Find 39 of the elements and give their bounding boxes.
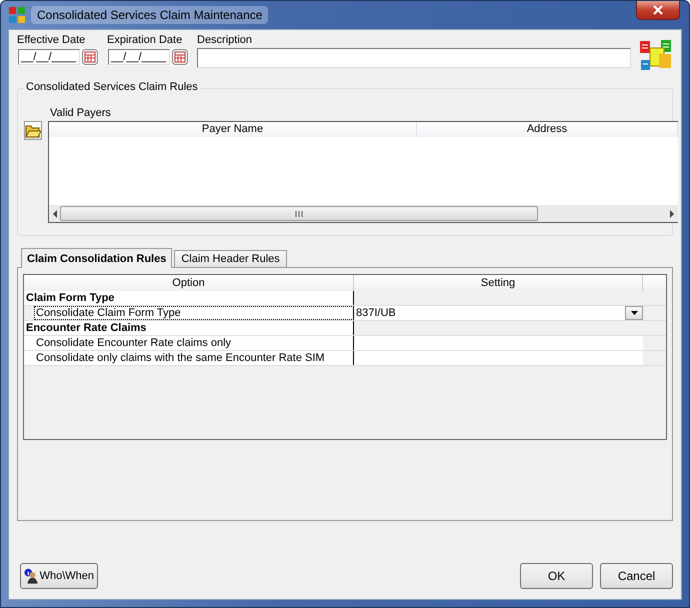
dropdown-arrow-icon	[630, 311, 638, 315]
app-icon	[9, 7, 25, 23]
grip-icon[interactable]	[295, 210, 303, 216]
horizontal-scrollbar[interactable]	[49, 205, 678, 222]
column-header[interactable]: Payer Name	[49, 122, 417, 137]
field-label: Effective Date	[17, 34, 86, 46]
setting-cell[interactable]	[354, 351, 643, 365]
folder-icon	[25, 124, 41, 138]
setting-dropdown[interactable]: 837I/UB	[354, 306, 643, 320]
documents-icon	[639, 38, 673, 72]
group-row-label: Encounter Rate Claims	[24, 321, 354, 335]
tab[interactable]: Claim Consolidation Rules	[21, 248, 172, 268]
close-button[interactable]	[636, 1, 680, 20]
list-label: Valid Payers	[50, 107, 112, 119]
who-when-button[interactable]: Who\When	[20, 563, 98, 589]
scroll-left-icon[interactable]	[52, 210, 58, 218]
field-label: Expiration Date	[107, 34, 184, 46]
close-icon	[652, 5, 664, 15]
option-label: Consolidate Encounter Rate claims only	[24, 336, 354, 350]
group-title: Consolidated Services Claim Rules	[24, 81, 200, 93]
tab[interactable]: Claim Header Rules	[174, 250, 287, 267]
field-label: Description	[197, 34, 254, 46]
open-folder-button[interactable]	[24, 121, 42, 140]
date-field[interactable]: __/__/____	[108, 49, 170, 65]
date-field[interactable]: __/__/____	[18, 49, 80, 65]
window-title: Consolidated Services Claim Maintenance	[31, 6, 268, 24]
option-label: Consolidate Claim Form Type	[34, 306, 354, 320]
payers-list[interactable]: Payer Name Address	[48, 121, 678, 223]
calendar-icon[interactable]	[82, 49, 98, 65]
description-field[interactable]	[197, 48, 631, 68]
person-info-icon	[24, 567, 38, 585]
column-header[interactable]: Address	[417, 122, 678, 137]
dialog-button[interactable]: Cancel	[600, 563, 673, 589]
group-row-label: Claim Form Type	[24, 291, 354, 305]
scroll-right-icon[interactable]	[669, 210, 675, 218]
option-label: Consolidate only claims with the same Encounter Rate SIM	[24, 351, 354, 365]
calendar-icon[interactable]	[172, 49, 188, 65]
dialog-button[interactable]: OK	[520, 563, 593, 589]
setting-cell[interactable]	[354, 336, 643, 350]
